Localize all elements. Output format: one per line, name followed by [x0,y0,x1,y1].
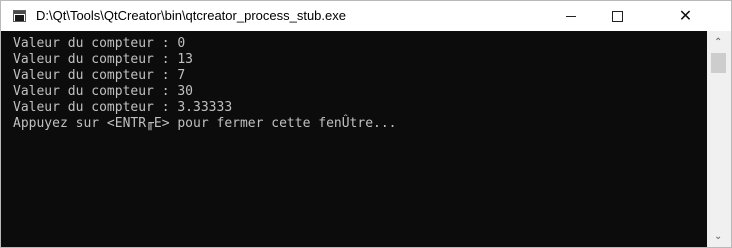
console-line: Valeur du compteur : 7 [13,68,186,83]
scroll-up-icon[interactable]: ⌃ [714,37,722,48]
title-bar[interactable]: D:\Qt\Tools\QtCreator\bin\qtcreator_proc… [1,1,731,31]
icon-screen [15,15,24,21]
console-line: Valeur du compteur : 0 [13,36,186,51]
console-output[interactable]: Valeur du compteur : 0 Valeur du compteu… [1,31,707,247]
close-button[interactable]: ✕ [640,1,731,31]
console-line: Valeur du compteur : 13 [13,52,194,67]
scrollbar-thumb[interactable] [711,53,726,73]
scroll-down-icon[interactable]: ⌄ [714,231,722,242]
vertical-scrollbar[interactable]: ⌃ ⌄ [707,31,731,247]
console-window: D:\Qt\Tools\QtCreator\bin\qtcreator_proc… [0,0,732,248]
console-line: Appuyez sur <ENTR╓E> pour fermer cette f… [13,116,397,131]
close-icon: ✕ [678,8,693,25]
icon-bar [14,11,25,14]
minimize-button[interactable] [548,1,594,31]
window-title: D:\Qt\Tools\QtCreator\bin\qtcreator_proc… [36,8,346,23]
maximize-icon [611,10,623,22]
console-app-icon[interactable] [13,10,26,22]
minimize-icon [566,15,576,17]
maximize-button[interactable] [594,1,640,31]
console-line: Valeur du compteur : 3.33333 [13,100,233,115]
console-line: Valeur du compteur : 30 [13,84,194,99]
